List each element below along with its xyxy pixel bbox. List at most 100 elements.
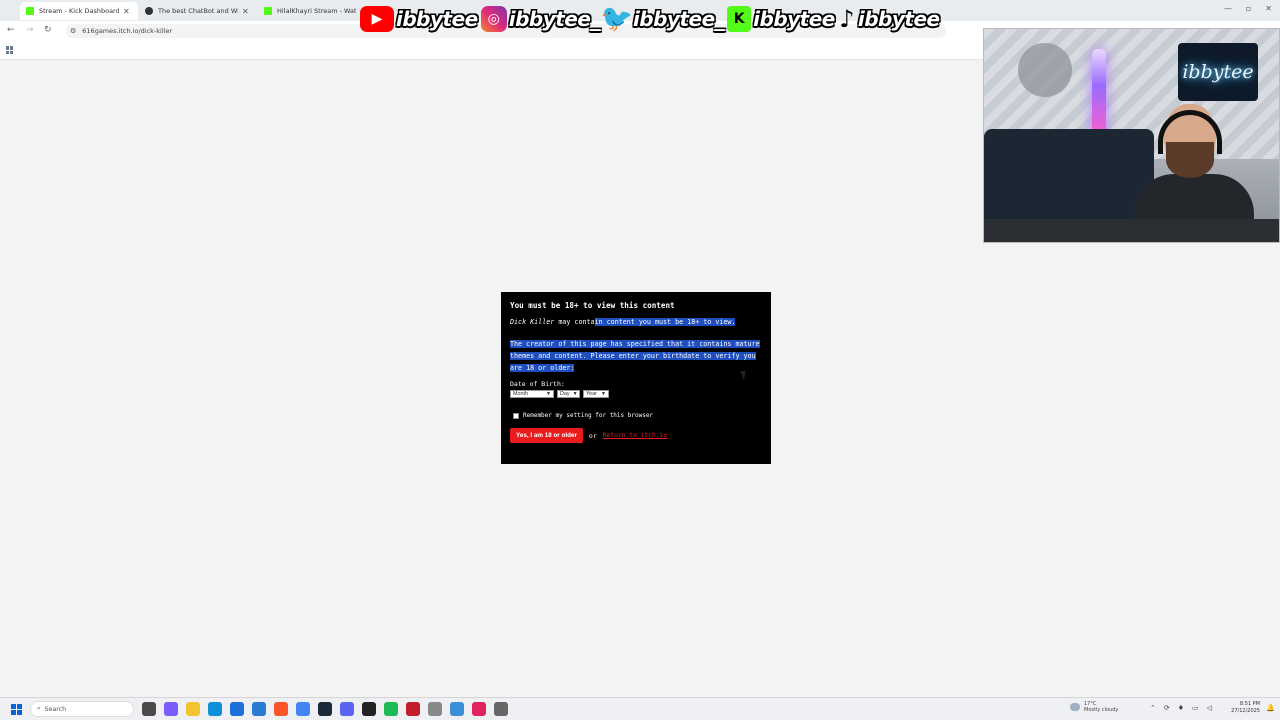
cloud-icon: [1070, 703, 1080, 711]
kick-icon: K: [727, 6, 752, 32]
social-handle: ibbytee: [857, 7, 940, 31]
weather-desc: Mostly cloudy: [1084, 707, 1119, 713]
close-window-icon[interactable]: ✕: [1265, 4, 1272, 13]
year-value: Year: [586, 391, 597, 397]
maximize-icon[interactable]: ▫: [1246, 4, 1251, 13]
url-text: 616games.itch.io/dick-killer: [82, 27, 173, 35]
close-icon[interactable]: ✕: [242, 7, 249, 16]
clock-date: 27/12/2025: [1231, 708, 1260, 714]
tab-label: HilalKhayri Stream - Watch Live: [277, 7, 356, 15]
tiktok-icon: ♪: [839, 5, 855, 33]
github-icon: [145, 7, 153, 15]
site-info-icon[interactable]: ⚙: [70, 27, 76, 35]
remember-label: Remember my setting for this browser: [523, 412, 654, 419]
close-icon[interactable]: ✕: [123, 7, 130, 16]
forward-icon[interactable]: →: [26, 25, 34, 35]
tiktok-studio-icon[interactable]: [472, 702, 486, 716]
brave-icon[interactable]: [274, 702, 288, 716]
social-handle: ibbytee: [753, 7, 835, 31]
apps-grid-icon[interactable]: [6, 46, 14, 54]
tab-kick-dashboard[interactable]: Stream - Kick Dashboard ✕: [20, 2, 138, 20]
social-handle: ibbytee_: [508, 7, 601, 31]
stream-social-banner: ▶ ibbytee ◎ ibbytee_ 🐦 ibbytee_ K ibbyte…: [360, 4, 940, 34]
volume-icon[interactable]: ◁: [1207, 704, 1212, 712]
outlook-icon[interactable]: [252, 702, 266, 716]
age-gate-intro: Dick Killer may contain content you must…: [510, 316, 762, 328]
obs-icon[interactable]: [362, 702, 376, 716]
taskbar-apps: [142, 702, 508, 716]
streamer-webcam: ibbytee: [983, 28, 1280, 243]
notepad-icon[interactable]: [450, 702, 464, 716]
chevron-up-icon[interactable]: ⌃: [1150, 704, 1156, 712]
taskbar-search[interactable]: ⌕ Search: [30, 701, 134, 717]
age-gate-dialog: You must be 18+ to view this content Dic…: [501, 292, 771, 464]
search-placeholder: Search: [44, 705, 67, 713]
twitter-icon: 🐦: [600, 4, 634, 34]
windows-taskbar: ⌕ Search 17°C Mostly cloudy ⌃ ⟳ ♦ ▭ ◁ 8:…: [0, 697, 1280, 720]
confirm-age-button[interactable]: Yes, I am 18 or older: [510, 428, 583, 443]
kick-icon: [264, 7, 272, 15]
sync-icon[interactable]: ⟳: [1164, 704, 1170, 712]
neon-light: [1092, 49, 1106, 139]
day-value: Day: [560, 391, 570, 397]
chevron-down-icon: ▼: [601, 391, 606, 397]
age-gate-actions: Yes, I am 18 or older or Return to itch.…: [510, 428, 762, 443]
store-icon[interactable]: [230, 702, 244, 716]
steam-icon[interactable]: [318, 702, 332, 716]
social-tiktok: ♪ ibbytee: [838, 5, 940, 33]
youtube-icon: ▶: [360, 6, 394, 32]
remember-setting: Remember my setting for this browser: [510, 412, 762, 419]
chrome-icon[interactable]: [296, 702, 310, 716]
edge-icon[interactable]: [208, 702, 222, 716]
notification-bell-icon[interactable]: 🔔: [1266, 704, 1275, 712]
spotify-icon[interactable]: [384, 702, 398, 716]
clock[interactable]: 8:51 PM 27/12/2025: [1228, 701, 1260, 715]
description-text: The creator of this page has specified t…: [510, 340, 760, 372]
bulldog-logo: [1018, 43, 1072, 97]
month-value: Month: [513, 391, 528, 397]
system-tray: ⌃ ⟳ ♦ ▭ ◁: [1150, 704, 1212, 712]
search-icon: ⌕: [37, 705, 41, 712]
age-gate-description: The creator of this page has specified t…: [510, 338, 762, 374]
age-gate-title: You must be 18+ to view this content: [510, 301, 675, 310]
tab-hilalkhayri-stream[interactable]: HilalKhayri Stream - Watch Live: [258, 2, 362, 20]
year-select[interactable]: Year ▼: [583, 390, 609, 398]
social-instagram: ◎ ibbytee_: [480, 6, 601, 32]
window-controls: — ▫ ✕: [1224, 4, 1272, 13]
day-select[interactable]: Day ▼: [557, 390, 580, 398]
discord-icon[interactable]: [340, 702, 354, 716]
neon-sign: ibbytee: [1178, 43, 1258, 101]
tab-chatbot[interactable]: The best ChatBot and Widgets ✕: [139, 2, 257, 20]
file-explorer-icon[interactable]: [186, 702, 200, 716]
gear-icon[interactable]: [494, 702, 508, 716]
copilot-icon[interactable]: [164, 702, 178, 716]
weather-widget[interactable]: 17°C Mostly cloudy: [1070, 701, 1118, 713]
social-youtube: ▶ ibbytee: [360, 6, 478, 32]
task-view-icon[interactable]: [142, 702, 156, 716]
minimize-icon[interactable]: —: [1224, 4, 1232, 13]
month-select[interactable]: Month ▼: [510, 390, 554, 398]
mic-icon[interactable]: ♦: [1178, 704, 1184, 712]
or-text: or: [588, 431, 597, 440]
return-to-itchio-link[interactable]: Return to itch.io: [603, 432, 667, 439]
intro-text-plain: may conta: [554, 318, 595, 326]
social-handle: ibbytee: [396, 7, 478, 31]
social-handle: ibbytee_: [632, 7, 725, 31]
tab-label: The best ChatBot and Widgets: [158, 7, 238, 15]
back-icon[interactable]: ←: [7, 25, 15, 35]
dob-selects: Month ▼ Day ▼ Year ▼: [510, 390, 762, 398]
reload-icon[interactable]: ↻: [44, 25, 52, 35]
app-icon[interactable]: [406, 702, 420, 716]
network-icon[interactable]: ▭: [1192, 704, 1199, 712]
settings-icon[interactable]: [428, 702, 442, 716]
game-name: Dick Killer: [510, 318, 555, 326]
dob-label: Date of Birth:: [510, 380, 565, 388]
social-twitter: 🐦 ibbytee_: [600, 4, 725, 34]
windows-start-icon[interactable]: [11, 704, 22, 715]
neon-sign-text: ibbytee: [1182, 61, 1254, 83]
remember-checkbox[interactable]: [513, 412, 519, 419]
chevron-down-icon: ▼: [572, 391, 578, 397]
instagram-icon: ◎: [480, 6, 507, 32]
social-kick: K ibbytee: [727, 6, 835, 32]
intro-text-highlighted: in content you must be 18+ to view.: [594, 318, 736, 326]
